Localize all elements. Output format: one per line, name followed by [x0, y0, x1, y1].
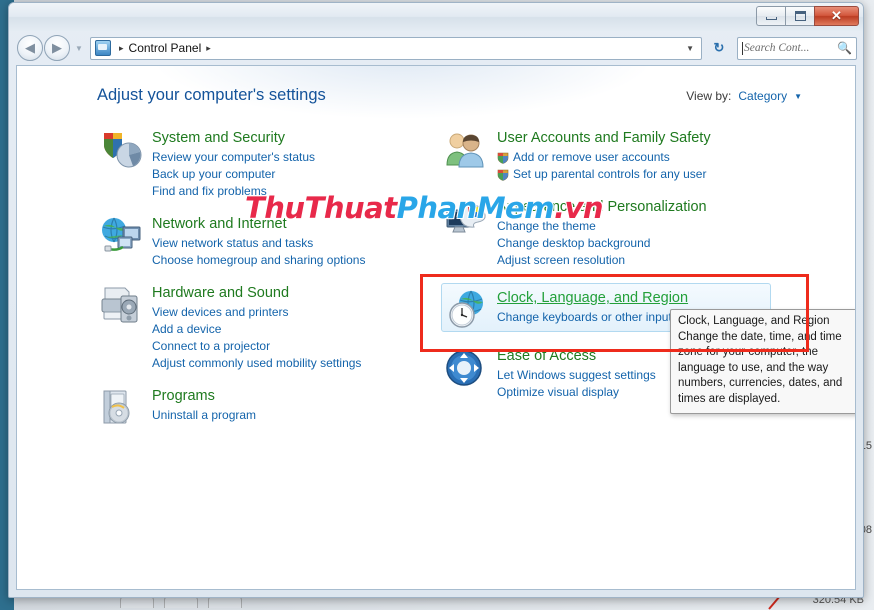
navigation-bar: ◀ ▶ ▼ ▸ Control Panel ▸ ▼ ↻ Search Cont.…: [9, 31, 863, 65]
category-title[interactable]: System and Security: [152, 128, 285, 148]
breadcrumb-separator-icon[interactable]: ▸: [201, 43, 216, 54]
maximize-button[interactable]: [785, 6, 814, 26]
category-link[interactable]: Connect to a projector: [152, 338, 427, 355]
close-button[interactable]: ✕: [814, 6, 859, 26]
recent-pages-button[interactable]: ▼: [73, 44, 85, 53]
uac-shield-icon: [497, 169, 509, 181]
address-dropdown-icon[interactable]: ▼: [686, 44, 697, 53]
back-button[interactable]: ◀: [17, 35, 43, 61]
programs-disc-icon: [103, 390, 130, 424]
breadcrumb-control-panel[interactable]: Control Panel: [129, 41, 202, 55]
category-link[interactable]: Review your computer's status: [152, 149, 427, 166]
monitor-palette-icon: [446, 204, 486, 233]
maximize-icon: [794, 11, 806, 21]
uac-shield-icon: [497, 152, 509, 164]
category-links: Change the theme Change desktop backgrou…: [497, 218, 782, 269]
left-category-column: System and Security Review your computer…: [97, 128, 427, 438]
category-link[interactable]: Uninstall a program: [152, 407, 427, 424]
control-panel-content: Adjust your computer's settings View by:…: [16, 65, 856, 590]
forward-arrow-icon: ▶: [52, 40, 62, 55]
category-title[interactable]: User Accounts and Family Safety: [497, 128, 711, 148]
category-tooltip: Clock, Language, and Region Change the d…: [670, 309, 855, 414]
chevron-down-icon: ▼: [75, 43, 83, 53]
chevron-down-icon[interactable]: ▼: [794, 92, 802, 101]
minimize-icon: [765, 17, 777, 20]
category-hardware-and-sound[interactable]: Hardware and Sound View devices and prin…: [97, 283, 427, 372]
category-link[interactable]: View network status and tasks: [152, 235, 427, 252]
category-system-and-security[interactable]: System and Security Review your computer…: [97, 128, 427, 200]
category-user-accounts-and-family-safety[interactable]: User Accounts and Family Safety Add or r…: [442, 128, 782, 183]
search-icon: 🔍: [837, 41, 852, 55]
category-links: Uninstall a program: [152, 407, 427, 424]
category-title[interactable]: Ease of Access: [497, 346, 596, 366]
globe-monitors-icon: [102, 217, 141, 252]
search-input[interactable]: Search Cont...: [744, 42, 837, 54]
back-arrow-icon: ◀: [25, 40, 35, 55]
refresh-icon: ↻: [713, 40, 725, 55]
link-text: Add or remove user accounts: [513, 150, 670, 164]
two-users-icon: [446, 133, 484, 168]
category-link[interactable]: Set up parental controls for any user: [497, 166, 782, 183]
forward-button[interactable]: ▶: [44, 35, 70, 61]
breadcrumb-separator-icon: ▸: [119, 42, 124, 53]
category-links: View devices and printers Add a device C…: [152, 304, 427, 372]
view-by-label: View by:: [686, 89, 732, 103]
tooltip-title: Clock, Language, and Region: [678, 315, 830, 327]
control-panel-icon: [95, 40, 111, 56]
refresh-button[interactable]: ↻: [708, 37, 730, 60]
window-titlebar[interactable]: ✕: [9, 3, 863, 31]
address-bar[interactable]: ▸ Control Panel ▸ ▼: [90, 36, 702, 60]
view-by-value[interactable]: Category: [738, 89, 787, 103]
category-link[interactable]: Adjust commonly used mobility settings: [152, 355, 427, 372]
category-links: Add or remove user accounts Set up paren…: [497, 149, 782, 183]
category-links: Review your computer's status Back up yo…: [152, 149, 427, 200]
category-title[interactable]: Clock, Language, and Region: [497, 288, 688, 308]
category-link[interactable]: Choose homegroup and sharing options: [152, 252, 427, 269]
search-box[interactable]: Search Cont... 🔍: [737, 36, 857, 60]
category-link[interactable]: Change desktop background: [497, 235, 782, 252]
clock-globe-icon: [449, 290, 483, 328]
category-link[interactable]: Back up your computer: [152, 166, 427, 183]
category-programs[interactable]: Programs Uninstall a program: [97, 386, 427, 424]
link-text: Set up parental controls for any user: [513, 167, 707, 181]
minimize-button[interactable]: [756, 6, 785, 26]
category-link[interactable]: Add or remove user accounts: [497, 149, 782, 166]
view-by-control: View by: Category ▼: [686, 89, 802, 103]
control-panel-window: ✕ ◀ ▶ ▼ ▸ Control Panel ▸ ▼ ↻ Search Con…: [8, 2, 864, 598]
category-link[interactable]: View devices and printers: [152, 304, 427, 321]
printer-speaker-icon: [101, 287, 138, 323]
category-title[interactable]: Programs: [152, 386, 215, 406]
tooltip-body: Change the date, time, and time zone for…: [678, 330, 843, 405]
category-link[interactable]: Adjust screen resolution: [497, 252, 782, 269]
close-icon: ✕: [831, 8, 842, 23]
category-link[interactable]: Find and fix problems: [152, 183, 427, 200]
category-links: View network status and tasks Choose hom…: [152, 235, 427, 269]
text-caret: [742, 41, 743, 55]
category-link[interactable]: Add a device: [152, 321, 427, 338]
page-title: Adjust your computer's settings: [97, 86, 326, 104]
category-appearance-and-personalization[interactable]: Appearance and Personalization Change th…: [442, 197, 782, 269]
ease-of-access-icon: [446, 350, 482, 386]
category-title[interactable]: Appearance and Personalization: [497, 197, 707, 217]
category-title[interactable]: Hardware and Sound: [152, 283, 289, 303]
category-link[interactable]: Change the theme: [497, 218, 782, 235]
category-network-and-internet[interactable]: Network and Internet View network status…: [97, 214, 427, 269]
shield-pie-icon: [104, 133, 142, 168]
category-title[interactable]: Network and Internet: [152, 214, 287, 234]
window-controls: ✕: [756, 6, 859, 26]
